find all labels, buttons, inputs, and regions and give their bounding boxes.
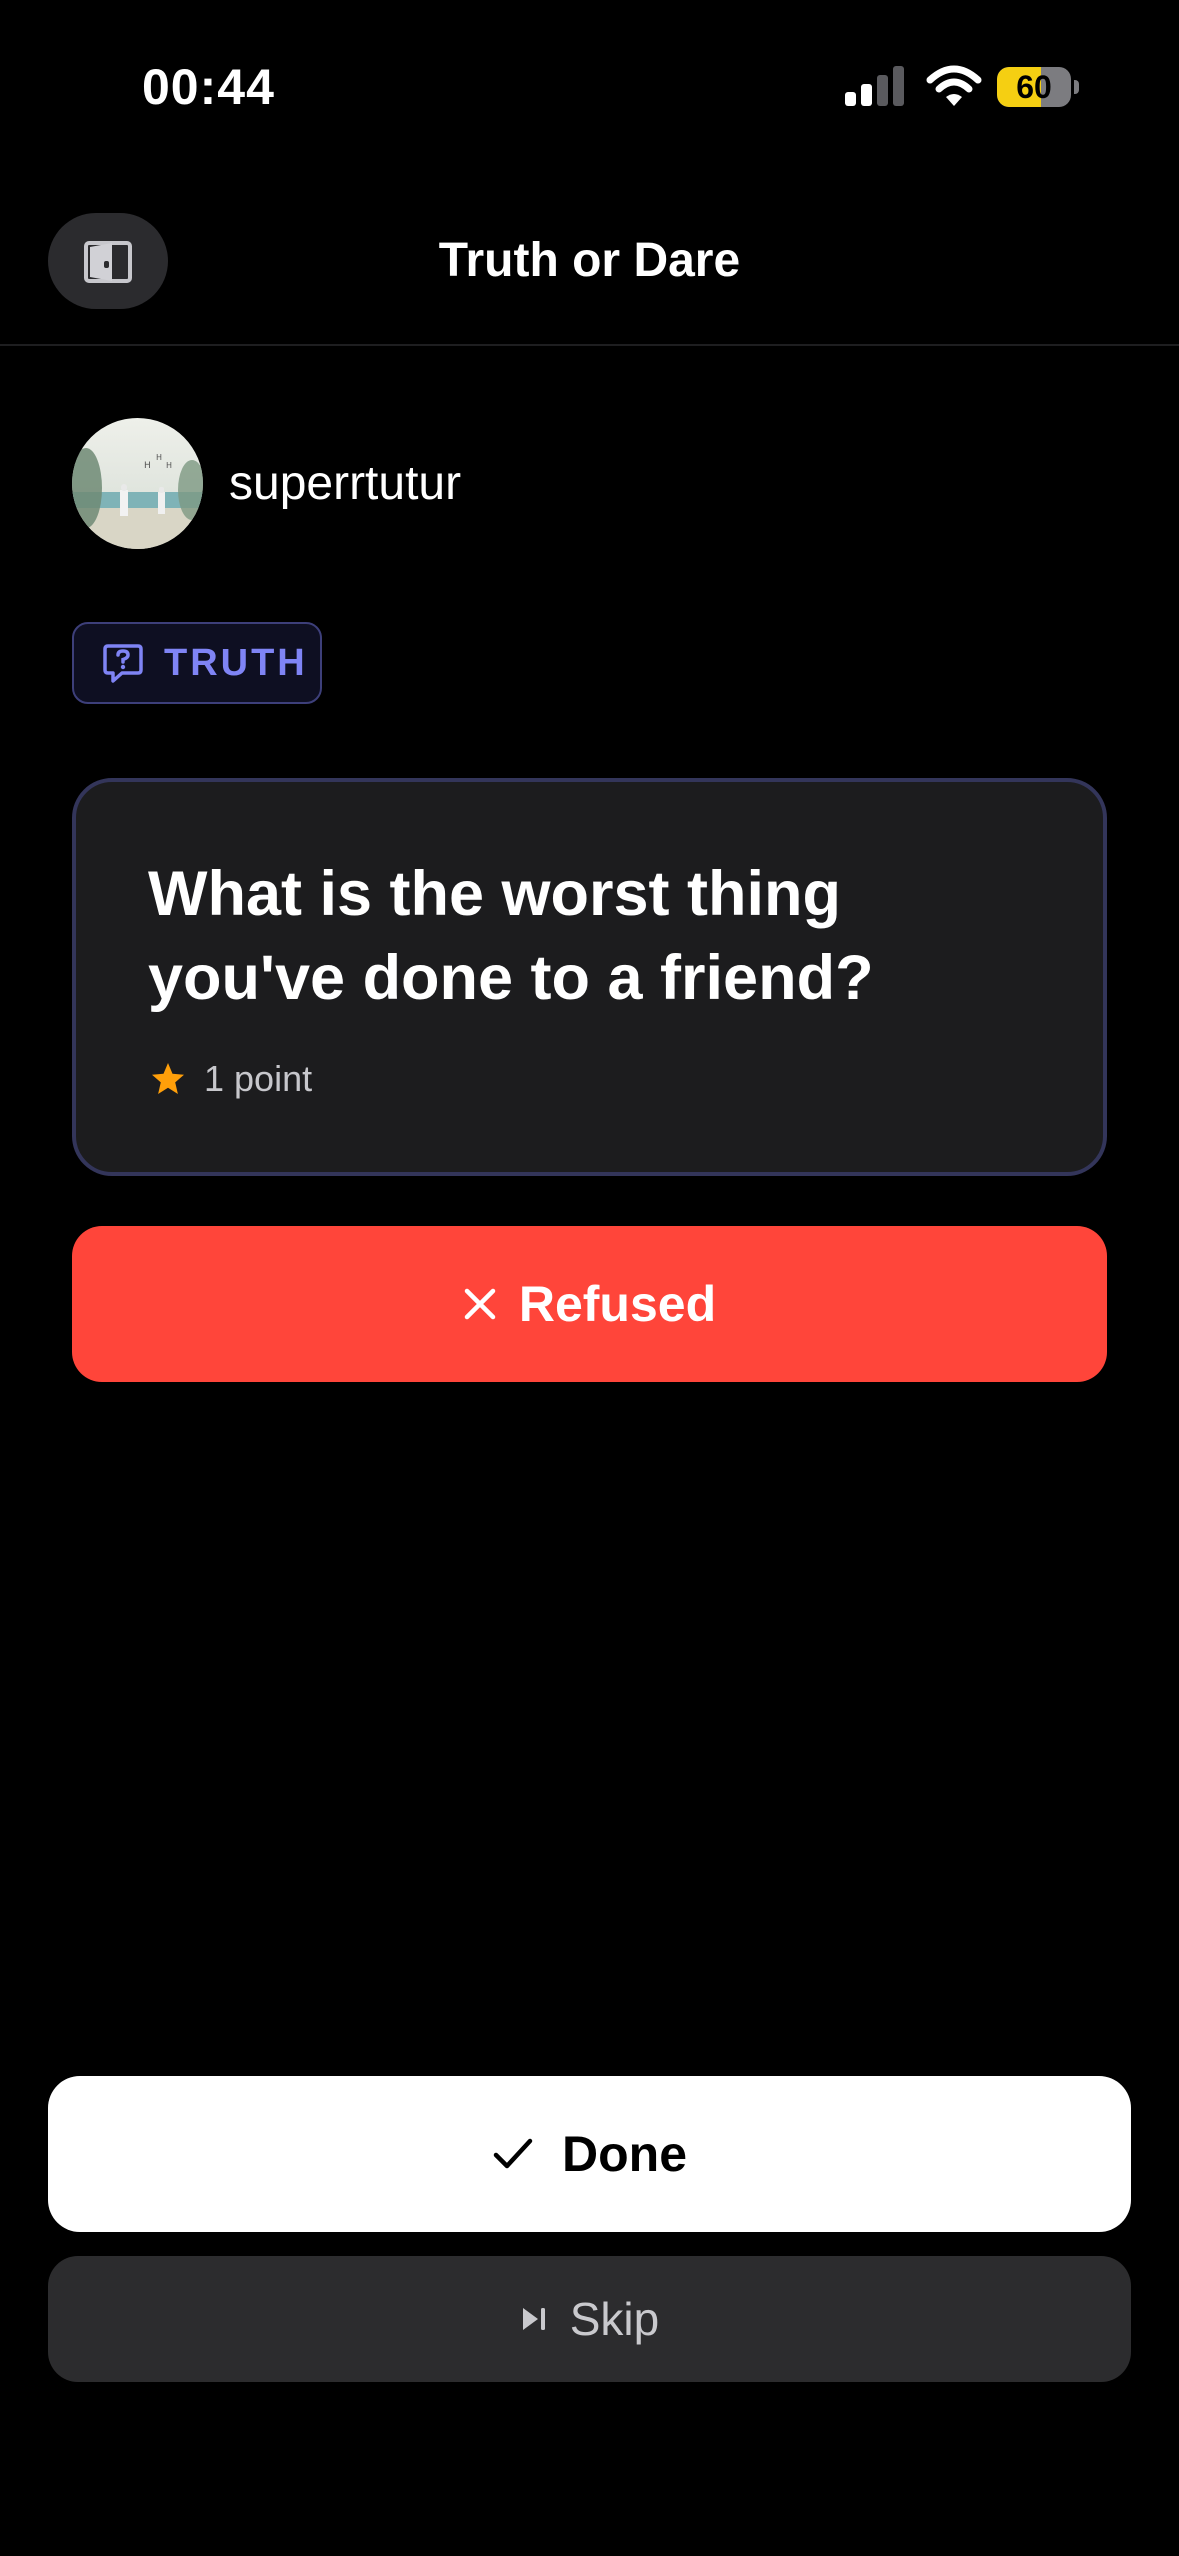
skip-label: Skip bbox=[569, 2293, 660, 2345]
refused-button[interactable]: Refused bbox=[72, 1226, 1107, 1382]
wifi-icon bbox=[926, 65, 982, 106]
done-label: Done bbox=[562, 2126, 687, 2182]
done-button[interactable]: Done bbox=[48, 2076, 1131, 2232]
page-title: Truth or Dare bbox=[438, 234, 741, 287]
svg-text:H: H bbox=[166, 461, 172, 470]
svg-text:H: H bbox=[144, 461, 151, 471]
status-time: 00:44 bbox=[142, 59, 275, 115]
skip-button[interactable]: Skip bbox=[48, 2256, 1131, 2382]
close-icon bbox=[464, 1288, 496, 1320]
points-row: 1 point bbox=[150, 1058, 312, 1100]
points-label: 1 point bbox=[204, 1058, 313, 1099]
checkmark-icon bbox=[493, 2138, 533, 2169]
player-name: superrtutur bbox=[229, 457, 462, 510]
cellular-signal-icon bbox=[845, 66, 904, 106]
refused-label: Refused bbox=[518, 1276, 717, 1332]
battery-icon: 60 bbox=[997, 67, 1079, 107]
prompt-type-label: TRUTH bbox=[164, 641, 308, 684]
player-avatar: H H H bbox=[72, 418, 203, 549]
header-divider bbox=[0, 344, 1179, 346]
svg-text:H: H bbox=[156, 453, 162, 462]
battery-percentage: 60 bbox=[1016, 69, 1052, 105]
question-text: What is the worst thing you've done to a… bbox=[148, 859, 874, 1013]
star-icon bbox=[152, 1063, 184, 1094]
prompt-type-badge: TRUTH bbox=[72, 622, 322, 704]
skip-forward-icon bbox=[522, 2308, 545, 2330]
question-bubble-icon bbox=[103, 644, 143, 683]
